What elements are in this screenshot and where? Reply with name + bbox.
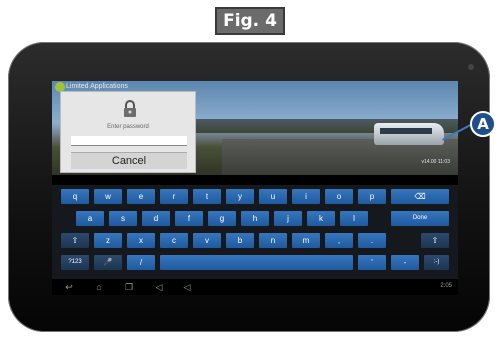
key-u[interactable]: u xyxy=(259,189,287,204)
key-k[interactable]: k xyxy=(307,211,335,226)
key-p[interactable]: p xyxy=(358,189,386,204)
key-c[interactable]: c xyxy=(160,233,188,248)
key-t[interactable]: t xyxy=(193,189,221,204)
spacebar[interactable] xyxy=(160,255,353,270)
key-slash[interactable]: / xyxy=(127,255,155,270)
video-timestamp: v14.00 11:03 xyxy=(421,159,450,165)
key-comma[interactable]: , xyxy=(325,233,353,248)
microphone-icon[interactable]: 🎤 xyxy=(94,255,122,270)
key-l[interactable]: l xyxy=(340,211,368,226)
key-r[interactable]: r xyxy=(160,189,188,204)
onscreen-keyboard: q w e r t y u i o p ⌫ a s d f g h j k l … xyxy=(52,185,458,279)
key-dash[interactable]: - xyxy=(391,255,419,270)
key-s[interactable]: s xyxy=(109,211,137,226)
key-apostrophe[interactable]: ' xyxy=(358,255,386,270)
key-w[interactable]: w xyxy=(94,189,122,204)
status-clock: 2:05 xyxy=(440,283,452,289)
shift-key-left[interactable]: ⇧ xyxy=(61,233,89,248)
smiley-key[interactable]: :-) xyxy=(424,255,449,270)
tablet-screen: Limited Applications v14.00 11:03 Enter … xyxy=(52,81,458,295)
key-o[interactable]: o xyxy=(325,189,353,204)
password-input[interactable] xyxy=(71,136,187,146)
key-n[interactable]: n xyxy=(259,233,287,248)
key-e[interactable]: e xyxy=(127,189,155,204)
recent-apps-icon[interactable]: ❐ xyxy=(122,282,136,292)
password-prompt: Enter password xyxy=(107,124,149,130)
key-z[interactable]: z xyxy=(94,233,122,248)
lock-icon xyxy=(124,100,136,117)
backspace-key[interactable]: ⌫ xyxy=(391,189,449,204)
key-g[interactable]: g xyxy=(208,211,236,226)
app-title: Limited Applications xyxy=(66,83,128,90)
system-nav-bar: ↩ ⌂ ❐ ◁ ◁ 2:05 xyxy=(52,279,458,295)
callout-badge: A xyxy=(470,111,496,137)
key-h[interactable]: h xyxy=(241,211,269,226)
volume-up-icon[interactable]: ◁ xyxy=(180,282,194,292)
figure-label: Fig. 4 xyxy=(215,7,285,35)
key-x[interactable]: x xyxy=(127,233,155,248)
home-icon[interactable]: ⌂ xyxy=(92,282,106,292)
key-a[interactable]: a xyxy=(76,211,104,226)
volume-down-icon[interactable]: ◁ xyxy=(152,282,166,292)
key-m[interactable]: m xyxy=(292,233,320,248)
shift-key-right[interactable]: ⇧ xyxy=(421,233,449,248)
key-period[interactable]: . xyxy=(358,233,386,248)
key-j[interactable]: j xyxy=(274,211,302,226)
key-v[interactable]: v xyxy=(193,233,221,248)
symbols-key[interactable]: ?123 xyxy=(61,255,89,270)
key-b[interactable]: b xyxy=(226,233,254,248)
bus-image xyxy=(374,123,444,145)
key-q[interactable]: q xyxy=(61,189,89,204)
back-icon[interactable]: ↩ xyxy=(62,282,76,292)
key-y[interactable]: y xyxy=(226,189,254,204)
cancel-button[interactable]: Cancel xyxy=(71,152,187,169)
done-key[interactable]: Done xyxy=(391,211,449,226)
key-d[interactable]: d xyxy=(142,211,170,226)
key-i[interactable]: i xyxy=(292,189,320,204)
password-dialog: Enter password Cancel xyxy=(60,91,196,173)
front-camera xyxy=(468,64,474,70)
key-f[interactable]: f xyxy=(175,211,203,226)
